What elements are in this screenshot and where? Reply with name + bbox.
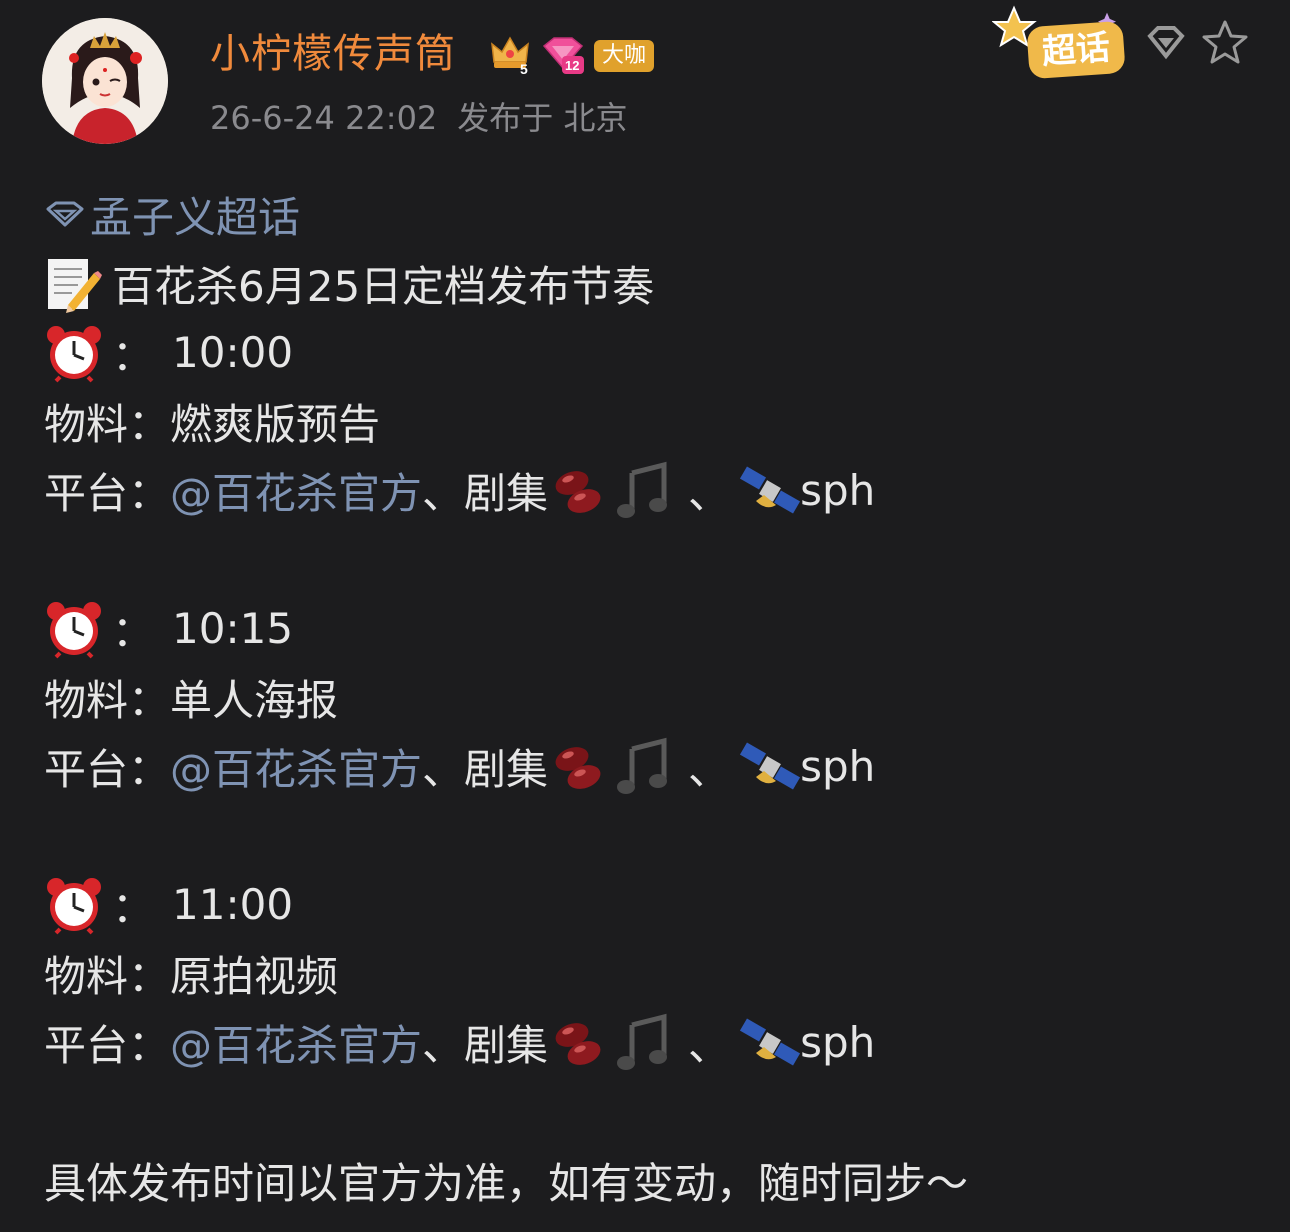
chaohua-button[interactable]: 超话	[992, 4, 1132, 84]
level-text: 12	[565, 58, 579, 73]
avatar[interactable]	[42, 18, 168, 144]
sph-text: sph	[800, 1018, 876, 1067]
material-value: 单人海报	[170, 676, 339, 725]
footer-note: 具体发布时间以官方为准，如有变动，随时同步～	[44, 1146, 1244, 1215]
level-badge-icon[interactable]: 12	[540, 32, 586, 80]
material-value: 原拍视频	[170, 952, 339, 1001]
memo-icon	[44, 255, 102, 313]
schedule-platform-row: 平台： @百花杀官方 、剧集 、 sph	[44, 732, 1244, 801]
music-note-icon	[614, 461, 674, 521]
alarm-clock-icon	[44, 323, 104, 383]
sph-text: sph	[800, 466, 876, 515]
platform-text: 、剧集	[422, 469, 549, 518]
sph-text: sph	[800, 742, 876, 791]
schedule-platform-row: 平台： @百花杀官方 、剧集 、 sph	[44, 1008, 1244, 1077]
schedule-material-row: 物料： 燃爽版预告	[44, 387, 1244, 456]
platform-text: 、剧集	[422, 1021, 549, 1070]
schedule-time: 10:15	[172, 604, 294, 653]
beans-icon	[548, 461, 608, 521]
material-label: 物料：	[44, 400, 171, 449]
mention-link[interactable]: @百花杀官方	[170, 736, 422, 797]
beans-icon	[548, 737, 608, 797]
platform-text: 、剧集	[422, 745, 549, 794]
post-meta: 26-6-24 22:02 发布于 北京	[210, 98, 627, 138]
vip-badge[interactable]: 大咖	[594, 40, 655, 72]
schedule-time-row: ： 10:15	[44, 594, 1244, 663]
material-value: 燃爽版预告	[170, 400, 381, 449]
platform-label: 平台：	[44, 469, 171, 518]
satellite-icon	[740, 1013, 801, 1073]
colon: ：	[112, 331, 155, 380]
music-note-icon	[614, 737, 674, 797]
schedule-platform-row: 平台： @百花杀官方 、剧集 、 sph	[44, 456, 1244, 525]
separator: 、	[688, 745, 731, 794]
material-label: 物料：	[44, 952, 171, 1001]
post-content: 孟子义超话 百花杀6月25日定档发布节奏 ： 10:00 物料： 燃爽版预告 平…	[44, 180, 1244, 1215]
schedule-time: 11:00	[172, 880, 294, 929]
schedule-time: 10:00	[172, 328, 294, 377]
chaohua-icon[interactable]	[1146, 22, 1186, 66]
header-actions: 超话	[992, 4, 1250, 84]
footer-text: 具体发布时间以官方为准，如有变动，随时同步～	[44, 1159, 969, 1208]
alarm-clock-icon	[44, 599, 104, 659]
material-label: 物料：	[44, 676, 171, 725]
user-badges: 5 12 大咖	[488, 32, 655, 80]
platform-label: 平台：	[44, 1021, 171, 1070]
headline-text: 百花杀6月25日定档发布节奏	[112, 262, 655, 311]
schedule-material-row: 物料： 原拍视频	[44, 939, 1244, 1008]
schedule-material-row: 物料： 单人海报	[44, 663, 1244, 732]
username[interactable]: 小柠檬传声筒	[210, 28, 456, 80]
separator: 、	[688, 1021, 731, 1070]
headline: 百花杀6月25日定档发布节奏	[44, 249, 1244, 318]
satellite-icon	[740, 461, 801, 521]
topic-link[interactable]: 孟子义超话	[44, 180, 1244, 249]
schedule-time-row: ： 10:00	[44, 318, 1244, 387]
satellite-icon	[740, 737, 801, 797]
post-time: 26-6-24 22:02	[210, 99, 438, 137]
chaohua-label: 超话	[1026, 20, 1126, 80]
alarm-clock-icon	[44, 875, 104, 935]
colon: ：	[112, 883, 155, 932]
topic-label: 孟子义超话	[90, 193, 301, 242]
beans-icon	[548, 1013, 608, 1073]
post-location: 发布于 北京	[457, 99, 628, 137]
music-note-icon	[614, 1013, 674, 1073]
platform-label: 平台：	[44, 745, 171, 794]
mention-link[interactable]: @百花杀官方	[170, 460, 422, 521]
mention-link[interactable]: @百花杀官方	[170, 1012, 422, 1073]
rank-text: 5	[520, 61, 528, 76]
post-header: 小柠檬传声筒 5 12 大咖 26-6-24 22:02 发布于 北京 超话	[0, 0, 1290, 160]
colon: ：	[112, 607, 155, 656]
star-icon[interactable]	[1200, 17, 1250, 71]
chaohua-topic-icon	[44, 190, 86, 239]
schedule-time-row: ： 11:00	[44, 870, 1244, 939]
crown-icon[interactable]: 5	[488, 32, 532, 80]
separator: 、	[688, 469, 731, 518]
